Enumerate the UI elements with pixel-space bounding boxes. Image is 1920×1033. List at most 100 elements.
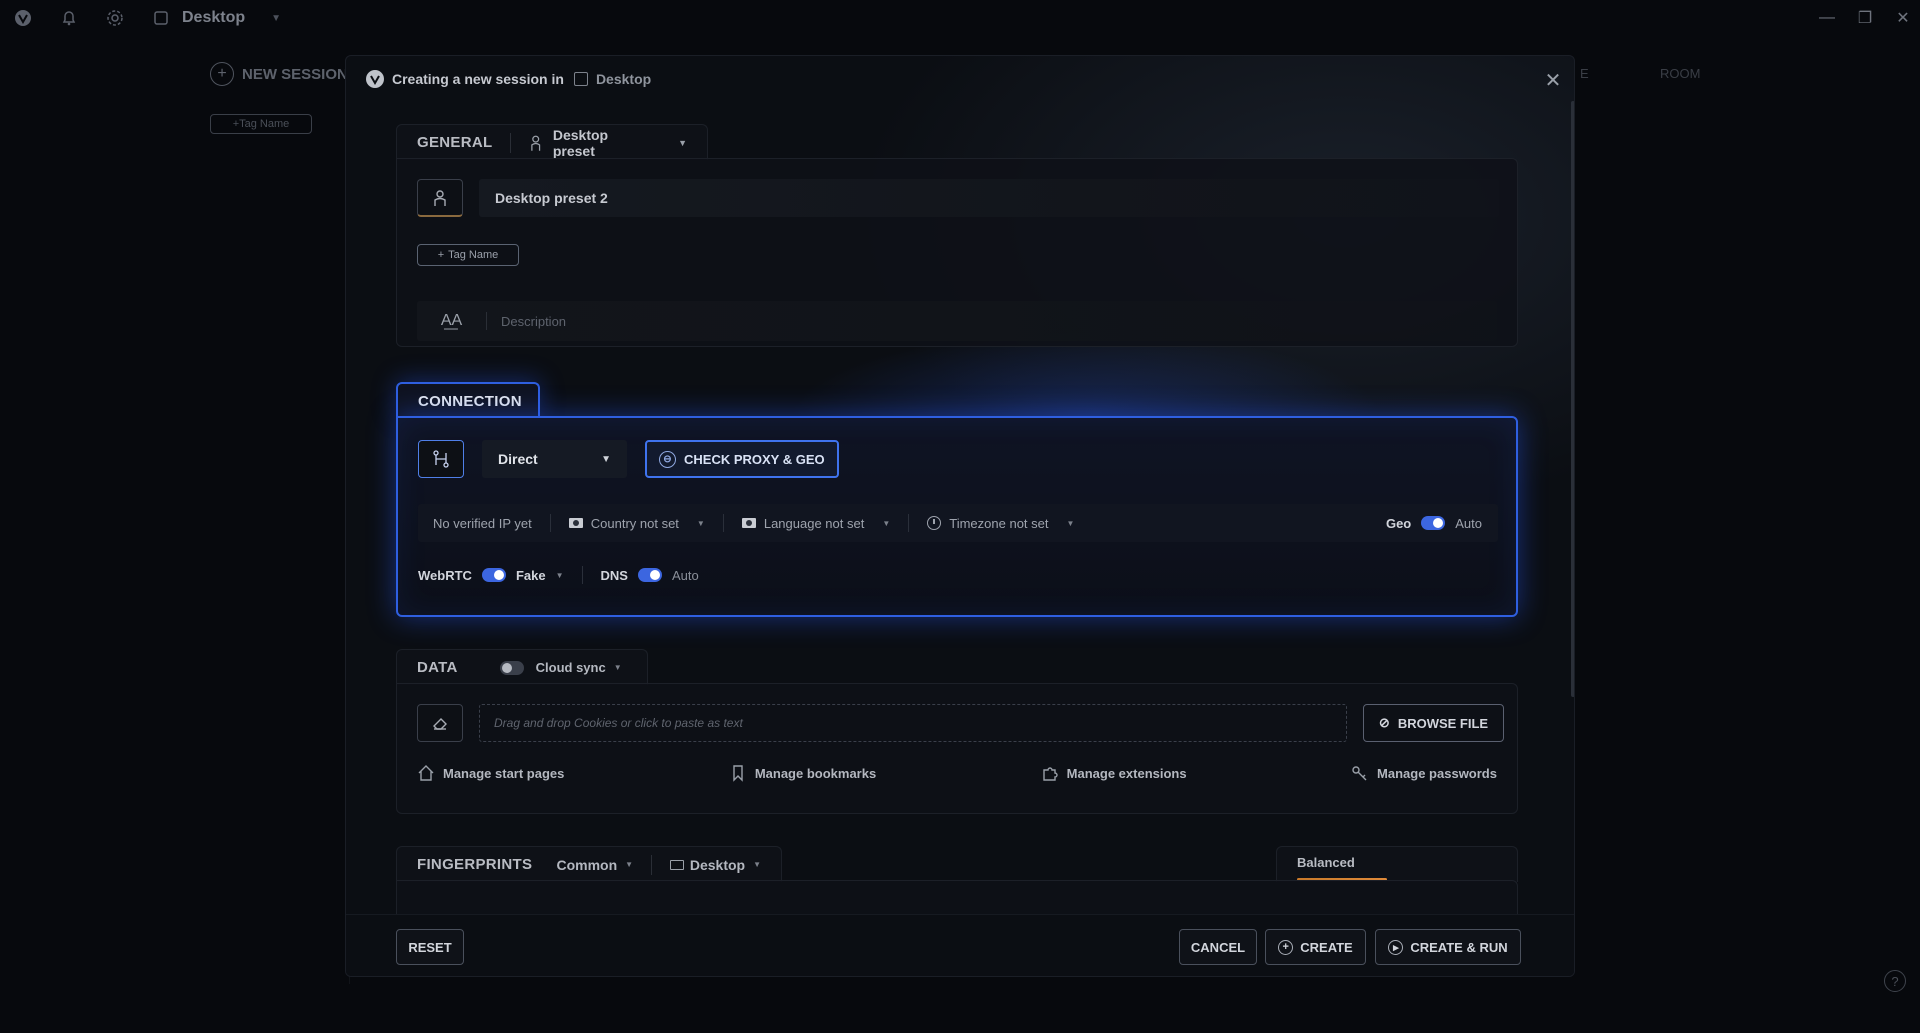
clock-icon	[927, 516, 942, 530]
chevron-down-icon[interactable]: ▼	[271, 13, 281, 24]
timezone-value: Timezone not set	[949, 515, 1049, 531]
cloud-sync-select[interactable]: Cloud sync ▼	[536, 660, 622, 675]
close-icon[interactable]: ✕	[1541, 68, 1565, 92]
language-select[interactable]: Language not set ▼	[741, 515, 891, 531]
new-session-dialog: Creating a new session in Desktop ✕ GENE…	[345, 55, 1575, 977]
minimize-icon[interactable]: —	[1817, 8, 1837, 28]
plus-icon: +	[210, 62, 234, 86]
manage-start-pages-label: Manage start pages	[443, 765, 565, 781]
avatar-icon[interactable]	[417, 179, 463, 217]
data-title: DATA	[417, 659, 458, 676]
app-logo-icon[interactable]	[14, 9, 32, 27]
browse-file-button[interactable]: ⊘ BROWSE FILE	[1363, 704, 1504, 742]
general-title: GENERAL	[417, 134, 493, 151]
dns-toggle[interactable]	[637, 568, 662, 582]
divider	[510, 132, 512, 153]
eraser-icon[interactable]	[417, 704, 463, 742]
chevron-down-icon: ▼	[753, 860, 761, 869]
geo-bar: No verified IP yet Country not set ▼ Lan…	[418, 504, 1498, 542]
cancel-button[interactable]: CANCEL	[1179, 929, 1257, 965]
reset-label: RESET	[408, 939, 452, 955]
monitor-icon	[669, 859, 684, 870]
drop-zone-placeholder: Drag and drop Cookies or click to paste …	[494, 716, 743, 730]
manage-passwords-link[interactable]: Manage passwords	[1351, 764, 1497, 782]
description-placeholder: Description	[501, 313, 567, 329]
check-proxy-button[interactable]: ⊖ CHECK PROXY & GEO	[645, 440, 839, 478]
chevron-down-icon: ▼	[613, 663, 622, 672]
text-format-icon: A͟A	[417, 312, 487, 330]
puzzle-icon	[1042, 767, 1058, 781]
browse-file-label: BROWSE FILE	[1397, 715, 1489, 731]
geo-value: Auto	[1455, 515, 1482, 531]
add-tag-button[interactable]: + Tag Name	[417, 244, 519, 266]
gear-icon[interactable]	[106, 9, 124, 27]
close-window-icon[interactable]: ✕	[1893, 8, 1913, 28]
session-name-input[interactable]: Desktop preset 2	[479, 179, 1499, 217]
geo-toggle[interactable]	[1421, 516, 1446, 530]
balanced-tab[interactable]: Balanced	[1276, 846, 1518, 882]
connection-section: CONNECTION Direct ▼ ⊖ CHECK PROXY & GEO …	[396, 382, 1518, 617]
title-bar: Desktop ▼	[0, 0, 1920, 36]
chevron-down-icon: ▼	[601, 453, 611, 465]
cloud-sync-toggle[interactable]	[499, 660, 524, 675]
workspace-icon	[152, 9, 170, 27]
manage-extensions-label: Manage extensions	[1066, 765, 1187, 781]
create-button[interactable]: + CREATE	[1265, 929, 1366, 965]
chevron-down-icon: ▼	[625, 860, 634, 869]
manage-passwords-label: Manage passwords	[1377, 765, 1497, 781]
chevron-down-icon[interactable]: ▼	[556, 571, 564, 580]
manage-start-pages-link[interactable]: Manage start pages	[417, 764, 564, 782]
scrollbar[interactable]	[1571, 101, 1574, 697]
flag-icon	[741, 518, 756, 528]
device-value: Desktop	[689, 856, 746, 873]
country-value: Country not set	[590, 515, 679, 531]
reset-button[interactable]: RESET	[396, 929, 464, 965]
manage-extensions-link[interactable]: Manage extensions	[1041, 764, 1187, 782]
general-tab: GENERAL Desktop preset ▼	[396, 124, 708, 160]
connection-body: Direct ▼ ⊖ CHECK PROXY & GEO No verified…	[396, 416, 1518, 617]
chevron-down-icon: ▼	[696, 518, 705, 528]
device-select[interactable]: Desktop ▼	[669, 856, 761, 873]
new-session-button: + NEW SESSION	[210, 62, 348, 86]
plus-icon: +	[1278, 939, 1294, 955]
dns-value: Auto	[671, 567, 699, 583]
country-select[interactable]: Country not set ▼	[568, 515, 705, 531]
language-value: Language not set	[763, 515, 865, 531]
data-section: DATA Cloud sync ▼ Drag and drop Cookies …	[396, 649, 1518, 814]
dialog-footer: RESET CANCEL + CREATE ▸ CREATE & RUN	[346, 914, 1574, 976]
manage-bookmarks-link[interactable]: Manage bookmarks	[729, 764, 876, 782]
workspace-title[interactable]: Desktop	[182, 9, 245, 27]
connection-title: CONNECTION	[418, 392, 522, 410]
fingerprint-mode-select[interactable]: Common ▼	[557, 857, 634, 873]
general-body: Desktop preset 2 + Tag Name A͟A Descript…	[396, 158, 1518, 347]
cancel-label: CANCEL	[1190, 939, 1246, 955]
connection-type-select[interactable]: Direct ▼	[482, 440, 627, 478]
restore-icon[interactable]: ❐	[1855, 8, 1875, 28]
bell-icon[interactable]	[60, 9, 78, 27]
dialog-title: Creating a new session in	[392, 71, 564, 87]
divider	[722, 514, 724, 532]
timezone-select[interactable]: Timezone not set ▼	[927, 516, 1074, 531]
balanced-label: Balanced	[1297, 855, 1355, 870]
bg-tag-label: Tag Name	[239, 118, 290, 130]
fingerprints-tab: FINGERPRINTS Common ▼ Desktop ▼	[396, 846, 782, 882]
webrtc-mode-select[interactable]: Fake	[516, 568, 546, 583]
webrtc-toggle[interactable]	[481, 568, 506, 582]
bg-column-fragment: E	[1580, 66, 1589, 81]
check-proxy-label: CHECK PROXY & GEO	[684, 451, 825, 467]
help-icon[interactable]: ?	[1884, 970, 1906, 992]
divider	[908, 514, 910, 532]
description-field[interactable]: A͟A Description	[417, 301, 1497, 341]
preset-select[interactable]: Desktop preset ▼	[529, 127, 687, 159]
data-body: Drag and drop Cookies or click to paste …	[396, 683, 1518, 814]
new-session-label: NEW SESSION	[242, 65, 348, 83]
chevron-down-icon: ▼	[882, 518, 891, 528]
cookies-drop-zone[interactable]: Drag and drop Cookies or click to paste …	[479, 704, 1347, 742]
cloud-sync-label: Cloud sync	[535, 660, 606, 675]
proxy-icon[interactable]	[418, 440, 464, 478]
ip-status: No verified IP yet	[433, 515, 532, 531]
bookmark-icon	[733, 765, 743, 782]
divider	[549, 514, 551, 532]
connection-type-value: Direct	[498, 451, 538, 467]
create-and-run-button[interactable]: ▸ CREATE & RUN	[1375, 929, 1521, 965]
